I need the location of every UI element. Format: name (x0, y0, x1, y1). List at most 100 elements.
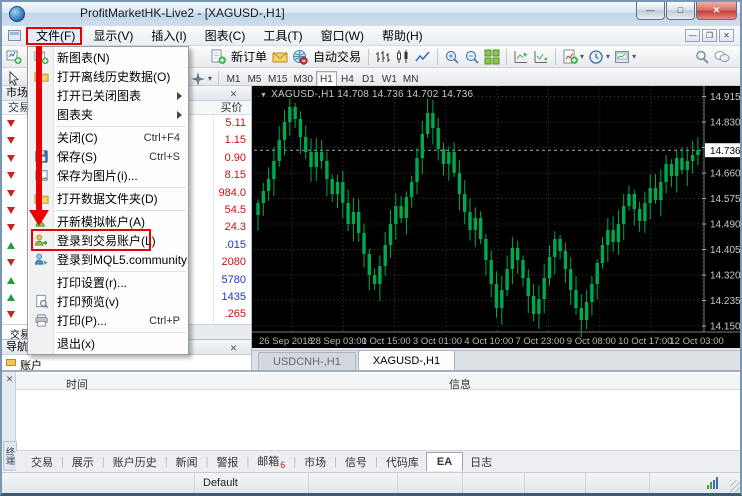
file-menu-item-打印(P)...[interactable]: 打印(P)...Ctrl+P (28, 311, 188, 330)
timeframe-M1[interactable]: M1 (223, 71, 244, 87)
chart-tab-XAGUSD-,H1[interactable]: XAGUSD-,H1 (358, 350, 455, 370)
file-menu-item-打开离线历史数据(O)[interactable]: 打开离线历史数据(O) (28, 67, 188, 86)
periods-icon[interactable] (586, 47, 606, 67)
file-menu-item-新图表(N)[interactable]: 新图表(N) (28, 48, 188, 67)
menubar-item-帮助(H)[interactable]: 帮助(H) (373, 26, 432, 46)
timeframe-M30[interactable]: M30 (290, 71, 315, 87)
status-section (586, 473, 650, 494)
templates-dropdown-icon[interactable]: ▾ (632, 47, 636, 67)
indicators-icon[interactable] (560, 47, 580, 67)
timeframe-W1[interactable]: W1 (379, 71, 400, 87)
terminal-tab-新闻[interactable]: 新闻 (169, 452, 205, 472)
zoom-out-icon[interactable] (462, 47, 482, 67)
menubar-item-插入(I)[interactable]: 插入(I) (142, 26, 195, 46)
file-menu-item-退出(x)[interactable]: 退出(x) (28, 334, 188, 353)
indicators-dropdown-icon[interactable]: ▾ (580, 47, 584, 67)
file-menu-item-保存(S)[interactable]: 保存(S)Ctrl+S (28, 147, 188, 166)
toolbar-separator (218, 71, 219, 87)
file-menu-item-图表夹[interactable]: 图表夹 (28, 105, 188, 124)
terminal-tab-EA[interactable]: EA (426, 452, 463, 471)
resize-grip[interactable] (730, 480, 742, 492)
status-section (525, 473, 586, 494)
terminal-tab-交易[interactable]: 交易 (24, 452, 60, 472)
menubar-item-显示(V)[interactable]: 显示(V) (84, 26, 142, 46)
chart-bars-icon[interactable] (373, 47, 393, 67)
maximize-button[interactable]: □ (666, 2, 695, 20)
terminal-tab-市场[interactable]: 市场 (297, 452, 333, 472)
terminal-tab-日志[interactable]: 日志 (463, 452, 499, 472)
timeframe-D1[interactable]: D1 (358, 71, 379, 87)
menu-item-label: 打印设置(r)... (54, 274, 127, 291)
status-profile[interactable]: Default (195, 473, 309, 494)
timeframe-MN[interactable]: MN (400, 71, 422, 87)
menubar-item-窗口(W)[interactable]: 窗口(W) (312, 26, 373, 46)
menu-item-label: 保存(S) (54, 148, 97, 165)
menubar-item-工具(T)[interactable]: 工具(T) (254, 26, 311, 46)
file-menu-item-打开已关闭图表[interactable]: 打开已关闭图表 (28, 86, 188, 105)
autotrading-icon[interactable] (290, 47, 310, 67)
market-watch-close-icon[interactable]: ✕ (228, 88, 239, 99)
minimize-button[interactable]: — (636, 2, 665, 20)
arrow-up-icon (7, 242, 15, 249)
terminal-close-icon[interactable]: ✕ (4, 374, 15, 385)
chart-candles-icon[interactable] (393, 47, 413, 67)
templates-icon[interactable] (612, 47, 632, 67)
chart-line-icon[interactable] (413, 47, 433, 67)
arrow-down-icon (7, 190, 15, 197)
arrow-down-icon (7, 155, 15, 162)
file-menu-item-打印预览(v)[interactable]: 打印预览(v) (28, 292, 188, 311)
terminal-tab-邮箱[interactable]: 邮箱6 (250, 451, 292, 472)
chart-tab-USDCNH-,H1[interactable]: USDCNH-,H1 (258, 352, 356, 370)
file-menu-item-开新模拟帐户(A)[interactable]: 开新模拟帐户(A) (28, 212, 188, 231)
timeframe-H1[interactable]: H1 (316, 71, 337, 87)
arrow-down-icon (7, 172, 15, 179)
envelope-icon[interactable] (270, 47, 290, 67)
periods-dropdown-icon[interactable]: ▾ (606, 47, 610, 67)
search-icon[interactable] (692, 47, 712, 67)
bid-value: 1435 (222, 291, 246, 303)
menu-item-label: 打开数据文件夹(D) (54, 190, 158, 207)
child-close-button[interactable]: ✕ (719, 29, 734, 42)
file-menu-item-打印设置(r)...[interactable]: 打印设置(r)... (28, 273, 188, 292)
menu-item-label: 打印(P)... (54, 312, 107, 329)
child-window-icon[interactable] (8, 30, 21, 41)
file-menu-item-打开数据文件夹(D)[interactable]: 打开数据文件夹(D) (28, 189, 188, 208)
menubar-item-文件(F)[interactable]: 文件(F) (27, 26, 84, 46)
chart-autoscroll-icon[interactable] (531, 47, 551, 67)
zoom-in-icon[interactable] (442, 47, 462, 67)
file-menu: 新图表(N)打开离线历史数据(O)打开已关闭图表图表夹关闭(C)Ctrl+F4保… (27, 46, 189, 355)
new-order-label[interactable]: 新订单 (228, 47, 270, 67)
child-minimize-button[interactable]: — (685, 29, 700, 42)
terminal-tab-信号[interactable]: 信号 (338, 452, 374, 472)
navigator-close-icon[interactable]: ✕ (228, 342, 239, 353)
new-order-icon[interactable] (208, 47, 228, 67)
timeframe-M5[interactable]: M5 (244, 71, 265, 87)
bid-value: 54.5 (225, 204, 246, 216)
file-menu-item-登录到MQL5.community[interactable]: 登录到MQL5.community (28, 250, 188, 269)
chart-shift-icon[interactable] (511, 47, 531, 67)
tile-windows-icon[interactable] (482, 47, 502, 67)
column-bid: 买价 (213, 101, 250, 115)
file-menu-item-保存为图片(i)...[interactable]: 保存为图片(i)... (28, 166, 188, 185)
autotrading-label[interactable]: 自动交易 (310, 47, 364, 67)
terminal-tab-代码库[interactable]: 代码库 (379, 452, 426, 472)
menubar-item-图表(C)[interactable]: 图表(C) (196, 26, 255, 46)
child-restore-button[interactable]: ❐ (702, 29, 717, 42)
terminal-tab-账户历史[interactable]: 账户历史 (106, 452, 164, 472)
timeframe-M15[interactable]: M15 (265, 71, 290, 87)
menu-item-label: 新图表(N) (54, 49, 110, 66)
file-menu-item-关闭(C)[interactable]: 关闭(C)Ctrl+F4 (28, 128, 188, 147)
timeframe-H4[interactable]: H4 (337, 71, 358, 87)
menu-item-label: 登录到交易账户(L) (54, 232, 156, 249)
new-chart-icon[interactable] (4, 47, 24, 67)
terminal-tab-bar: 交易|展示|账户历史|新闻|警报|邮箱6|市场|信号|代码库EA日志 (16, 450, 742, 472)
terminal-tab-展示[interactable]: 展示 (65, 452, 101, 472)
submenu-arrow-icon (177, 92, 182, 100)
terminal-side-tab[interactable]: 终端 (3, 441, 17, 471)
chart-menu-icon[interactable]: ▼ (260, 92, 267, 99)
terminal-tab-警报[interactable]: 警报 (209, 452, 245, 472)
chat-icon[interactable] (712, 47, 732, 67)
close-button[interactable]: ✕ (696, 2, 737, 20)
file-menu-item-登录到交易账户(L)[interactable]: 登录到交易账户(L) (28, 231, 188, 250)
chart-window: ▼XAGUSD-,H1 14.708 14.736 14.702 14.736 … (252, 86, 742, 370)
